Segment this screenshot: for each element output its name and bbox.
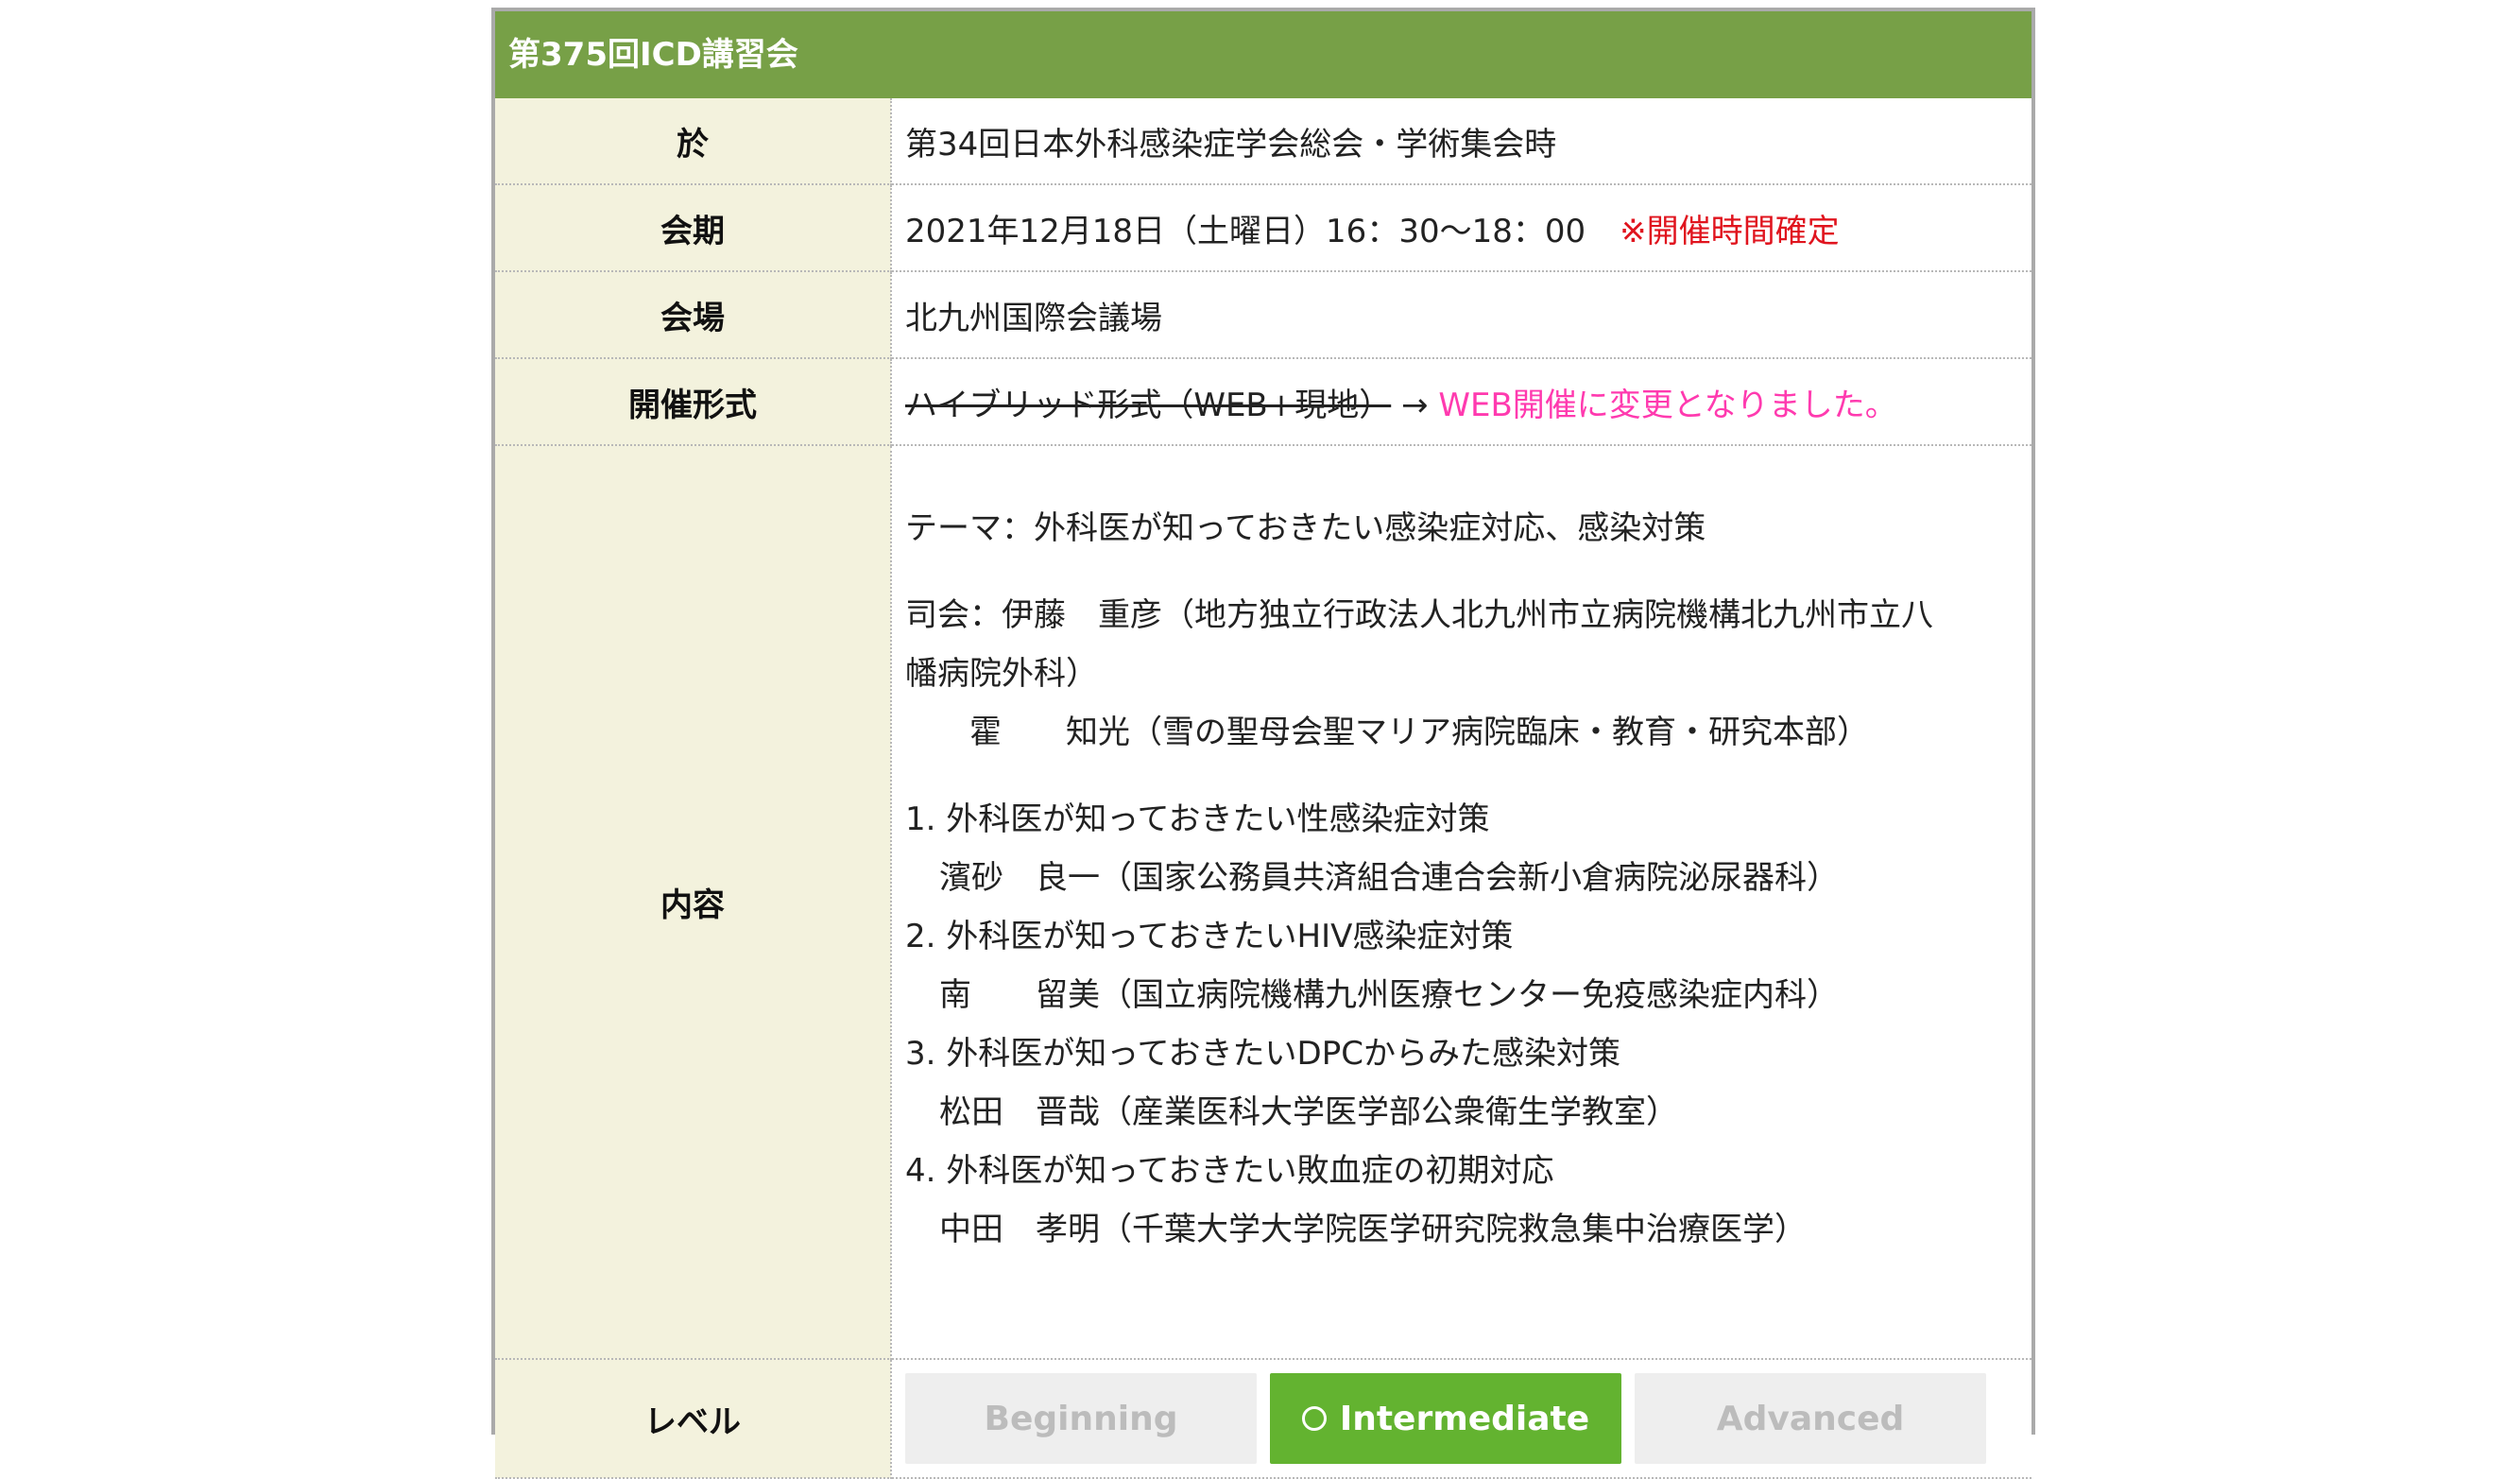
row-content: 内容 テーマ：外科医が知っておきたい感染症対応、感染対策 司会：伊藤 重彦（地方… bbox=[495, 445, 2031, 1360]
row-venue-event: 於 第34回日本外科感染症学会総会・学術集会時 bbox=[495, 98, 2031, 185]
row-label: 会期 bbox=[495, 184, 892, 272]
talk-title: 2. 外科医が知っておきたいHIV感染症対策 bbox=[905, 918, 1514, 955]
row-value: 第34回日本外科感染症学会総会・学術集会時 bbox=[891, 98, 2031, 185]
time-confirmed-note: ※開催時間確定 bbox=[1620, 212, 1840, 250]
row-value: 北九州国際会議場 bbox=[891, 271, 2031, 359]
level-selector: Beginning Intermediate Advanced bbox=[905, 1373, 2031, 1464]
talk-title: 1. 外科医が知っておきたい性感染症対策 bbox=[905, 800, 1490, 838]
event-info-card: 第375回ICD講習会 於 第34回日本外科感染症学会総会・学術集会時 会期 2… bbox=[491, 8, 2035, 1479]
row-value: ハイブリッド形式（WEB+現地） → WEB開催に変更となりました。 bbox=[891, 358, 2031, 446]
row-label: 開催形式 bbox=[495, 358, 892, 446]
talk-speaker: 南 留美（国立病院機構九州医療センター免疫感染症内科） bbox=[939, 976, 1839, 1014]
theme: テーマ：外科医が知っておきたい感染症対応、感染対策 bbox=[905, 509, 1706, 547]
level-label: Advanced bbox=[1716, 1399, 1905, 1438]
level-beginning[interactable]: Beginning bbox=[905, 1373, 1257, 1464]
row-label: 内容 bbox=[495, 445, 892, 1360]
talk-title: 3. 外科医が知っておきたいDPCからみた感染対策 bbox=[905, 1035, 1620, 1073]
date-value: 2021年12月18日（土曜日）16：30〜18：00 bbox=[905, 212, 1586, 250]
row-format: 開催形式 ハイブリッド形式（WEB+現地） → WEB開催に変更となりました。 bbox=[495, 358, 2031, 446]
level-advanced[interactable]: Advanced bbox=[1635, 1373, 1986, 1464]
chair-line: 幡病院外科） bbox=[905, 655, 1098, 693]
row-date: 会期 2021年12月18日（土曜日）16：30〜18：00 ※開催時間確定 bbox=[495, 184, 2031, 272]
selected-circle-icon bbox=[1301, 1406, 1327, 1431]
level-label: Intermediate bbox=[1339, 1399, 1590, 1438]
talk-title: 4. 外科医が知っておきたい敗血症の初期対応 bbox=[905, 1152, 1554, 1190]
row-value: 2021年12月18日（土曜日）16：30〜18：00 ※開催時間確定 bbox=[891, 184, 2031, 272]
talk-speaker: 中田 孝明（千葉大学大学院医学研究院救急集中治療医学） bbox=[939, 1211, 1807, 1248]
row-level: レベル Beginning Intermediate Advanced bbox=[495, 1359, 2031, 1479]
row-label: 会場 bbox=[495, 271, 892, 359]
arrow: → bbox=[1401, 386, 1429, 424]
level-label: Beginning bbox=[984, 1399, 1178, 1438]
level-intermediate[interactable]: Intermediate bbox=[1270, 1373, 1621, 1464]
event-info-table: 於 第34回日本外科感染症学会総会・学術集会時 会期 2021年12月18日（土… bbox=[495, 98, 2031, 1479]
chair-line: 霍 知光（雪の聖母会聖マリア病院臨床・教育・研究本部） bbox=[905, 714, 1869, 751]
row-value: Beginning Intermediate Advanced bbox=[891, 1359, 2031, 1479]
chair-line: 司会：伊藤 重彦（地方独立行政法人北九州市立病院機構北九州市立八 bbox=[905, 596, 1933, 634]
row-place: 会場 北九州国際会議場 bbox=[495, 271, 2031, 359]
talk-speaker: 松田 晋哉（産業医科大学医学部公衆衛生学教室） bbox=[939, 1093, 1678, 1131]
old-format: ハイブリッド形式（WEB+現地） bbox=[905, 386, 1392, 424]
row-label: レベル bbox=[495, 1359, 892, 1479]
content-body: テーマ：外科医が知っておきたい感染症対応、感染対策 司会：伊藤 重彦（地方独立行… bbox=[891, 445, 2031, 1360]
talk-speaker: 濱砂 良一（国家公務員共済組合連合会新小倉病院泌尿器科） bbox=[939, 859, 1839, 897]
new-format-note: WEB開催に変更となりました。 bbox=[1438, 386, 1897, 424]
event-title: 第375回ICD講習会 bbox=[495, 11, 2031, 98]
row-label: 於 bbox=[495, 98, 892, 185]
